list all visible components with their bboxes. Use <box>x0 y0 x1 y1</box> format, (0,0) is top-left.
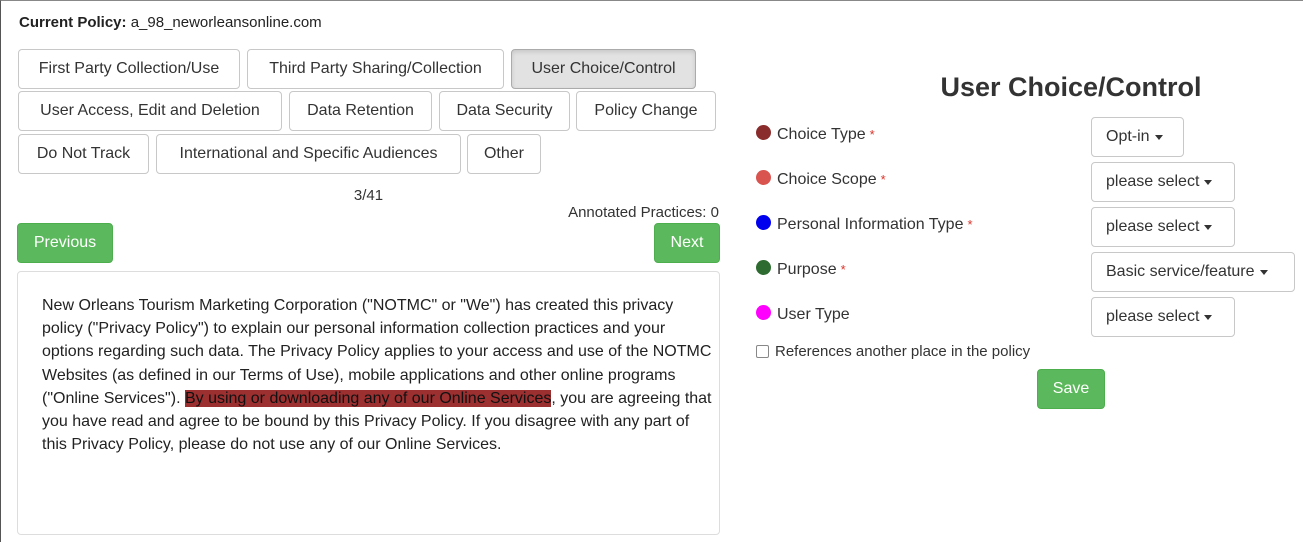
field-label: Choice Type <box>777 126 866 143</box>
category-international-button[interactable]: International and Specific Audiences <box>156 134 461 174</box>
category-user-choice-button[interactable]: User Choice/Control <box>511 49 696 89</box>
dropdown-value: Opt-in <box>1106 128 1150 145</box>
category-user-access-button[interactable]: User Access, Edit and Deletion <box>18 91 282 131</box>
category-data-retention-button[interactable]: Data Retention <box>289 91 432 131</box>
category-data-security-button[interactable]: Data Security <box>439 91 570 131</box>
previous-button[interactable]: Previous <box>17 223 113 263</box>
color-dot-icon <box>756 125 771 140</box>
references-label: References another place in the policy <box>775 343 1031 360</box>
color-dot-icon <box>756 305 771 320</box>
field-purpose: Purpose * <box>756 260 846 284</box>
required-asterisk: * <box>840 262 846 277</box>
field-label: User Type <box>777 306 850 323</box>
category-other-button[interactable]: Other <box>467 134 541 174</box>
field-label: Purpose <box>777 261 837 278</box>
required-asterisk: * <box>880 172 886 187</box>
caret-down-icon <box>1204 225 1213 230</box>
dropdown-value: Basic service/feature <box>1106 263 1255 280</box>
personal-information-type-dropdown[interactable]: please select <box>1091 207 1235 247</box>
field-choice-scope: Choice Scope * <box>756 170 886 194</box>
policy-text[interactable]: New Orleans Tourism Marketing Corporatio… <box>42 294 712 456</box>
field-personal-information-type: Personal Information Type * <box>756 215 973 239</box>
references-checkbox[interactable] <box>756 345 769 358</box>
current-policy-label: Current Policy: <box>19 14 127 31</box>
required-asterisk: * <box>869 127 875 142</box>
category-policy-change-button[interactable]: Policy Change <box>576 91 716 131</box>
panel-title: User Choice/Control <box>940 72 1202 102</box>
choice-scope-dropdown[interactable]: please select <box>1091 162 1235 202</box>
choice-type-dropdown[interactable]: Opt-in <box>1091 117 1184 157</box>
segment-counter: 3/41 <box>353 187 384 204</box>
field-user-type: User Type <box>756 305 850 329</box>
color-dot-icon <box>756 260 771 275</box>
category-third-party-button[interactable]: Third Party Sharing/Collection <box>247 49 504 89</box>
purpose-dropdown[interactable]: Basic service/feature <box>1091 252 1295 292</box>
field-choice-type: Choice Type * <box>756 125 875 149</box>
highlighted-text[interactable]: By using or downloading any of our Onlin… <box>184 389 552 407</box>
references-row: References another place in the policy <box>756 343 1030 360</box>
field-label: Choice Scope <box>777 171 877 188</box>
field-label: Personal Information Type <box>777 216 964 233</box>
required-asterisk: * <box>967 217 973 232</box>
dropdown-value: please select <box>1106 218 1200 235</box>
annotated-practices-count: Annotated Practices: 0 <box>568 204 719 221</box>
category-first-party-button[interactable]: First Party Collection/Use <box>18 49 240 89</box>
color-dot-icon <box>756 215 771 230</box>
color-dot-icon <box>756 170 771 185</box>
caret-down-icon <box>1204 315 1213 320</box>
current-policy: Current Policy: a_98_neworleansonline.co… <box>19 14 322 31</box>
next-button[interactable]: Next <box>654 223 720 263</box>
user-type-dropdown[interactable]: please select <box>1091 297 1235 337</box>
dropdown-value: please select <box>1106 308 1200 325</box>
dropdown-value: please select <box>1106 173 1200 190</box>
policy-text-panel: New Orleans Tourism Marketing Corporatio… <box>17 271 720 535</box>
page-frame: Current Policy: a_98_neworleansonline.co… <box>0 0 1303 542</box>
category-do-not-track-button[interactable]: Do Not Track <box>18 134 149 174</box>
current-policy-name: a_98_neworleansonline.com <box>130 14 322 31</box>
caret-down-icon <box>1204 180 1213 185</box>
caret-down-icon <box>1154 135 1163 140</box>
save-button[interactable]: Save <box>1037 369 1105 409</box>
caret-down-icon <box>1259 270 1268 275</box>
